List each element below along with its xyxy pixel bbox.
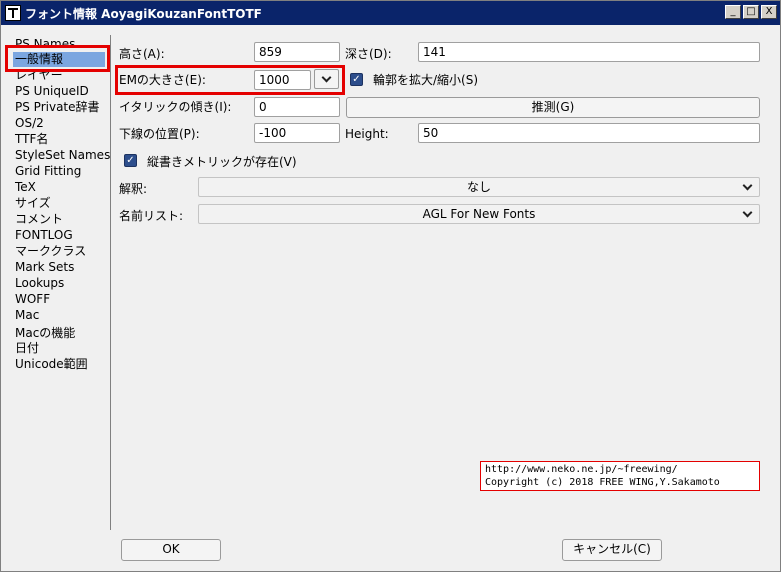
sidebar-item-grid-fitting[interactable]: Grid Fitting: [15, 164, 81, 179]
copyright-url: http://www.neko.ne.jp/~freewing/: [485, 464, 678, 475]
guess-button[interactable]: 推測(G): [346, 97, 760, 118]
em-size-label: EMの大きさ(E):: [119, 73, 206, 87]
sidebar-item-comment[interactable]: コメント: [15, 212, 63, 227]
sidebar-item-size[interactable]: サイズ: [15, 196, 51, 211]
scale-outlines-label: 輪郭を拡大/縮小(S): [373, 73, 479, 87]
name-list-label: 名前リスト:: [119, 209, 184, 223]
minimize-button[interactable]: _: [725, 5, 741, 19]
sidebar-item-mac-features[interactable]: Macの機能: [15, 326, 75, 341]
em-size-dropdown-button[interactable]: [314, 69, 339, 89]
sidebar-item-ps-names[interactable]: PS Names: [15, 37, 75, 52]
underline-height-label: Height:: [345, 127, 389, 141]
copyright-box: http://www.neko.ne.jp/~freewing/ Copyrig…: [480, 461, 760, 491]
sidebar-item-ps-uniqueid[interactable]: PS UniqueID: [15, 84, 89, 99]
sidebar-item-os2[interactable]: OS/2: [15, 116, 44, 131]
sidebar-item-unicode-ranges[interactable]: Unicode範囲: [15, 357, 88, 372]
cancel-button[interactable]: キャンセル(C): [562, 539, 662, 561]
vertical-metrics-checkbox[interactable]: ✓: [124, 154, 137, 167]
underline-position-input[interactable]: -100: [254, 123, 340, 143]
window-title: フォント情報 AoyagiKouzanFontTOTF: [25, 6, 262, 21]
sidebar-item-tex[interactable]: TeX: [15, 180, 36, 195]
copyright-text: Copyright (c) 2018 FREE WING,Y.Sakamoto: [485, 477, 720, 488]
em-size-input[interactable]: 1000: [254, 70, 311, 90]
sidebar-item-ps-private[interactable]: PS Private辞書: [15, 100, 100, 115]
app-icon: [5, 5, 21, 21]
window-controls: _ □ X: [725, 5, 777, 19]
sidebar-item-mark-classes[interactable]: マーククラス: [15, 244, 86, 259]
chevron-down-icon: [742, 207, 753, 218]
ascent-label: 高さ(A):: [119, 47, 165, 61]
close-button[interactable]: X: [761, 5, 777, 19]
ok-button[interactable]: OK: [121, 539, 221, 561]
sidebar-item-styleset-names[interactable]: StyleSet Names: [15, 148, 110, 163]
sidebar-item-fontlog[interactable]: FONTLOG: [15, 228, 73, 243]
sidebar-item-layers[interactable]: レイヤー: [15, 68, 63, 83]
sidebar-item-mac[interactable]: Mac: [15, 308, 39, 323]
interpretation-select[interactable]: なし: [198, 177, 760, 197]
chevron-down-icon: [321, 72, 332, 83]
sidebar-item-general[interactable]: 一般情報: [13, 52, 105, 67]
italic-angle-label: イタリックの傾き(I):: [119, 100, 232, 114]
chevron-down-icon: [742, 180, 753, 191]
sidebar-divider: [110, 35, 111, 530]
name-list-select[interactable]: AGL For New Fonts: [198, 204, 760, 224]
scale-outlines-checkbox[interactable]: ✓: [350, 73, 363, 86]
font-info-dialog: フォント情報 AoyagiKouzanFontTOTF _ □ X PS Nam…: [0, 0, 781, 572]
name-list-value: AGL For New Fonts: [422, 207, 536, 221]
descent-label: 深さ(D):: [345, 47, 392, 61]
underline-position-label: 下線の位置(P):: [119, 127, 200, 141]
maximize-button[interactable]: □: [743, 5, 759, 19]
descent-input[interactable]: 141: [418, 42, 760, 62]
category-list: PS Names 一般情報 レイヤー PS UniqueID PS Privat…: [1, 25, 110, 531]
sidebar-item-lookups[interactable]: Lookups: [15, 276, 64, 291]
sidebar-item-ttf-names[interactable]: TTF名: [15, 132, 48, 147]
sidebar-item-woff[interactable]: WOFF: [15, 292, 50, 307]
interpretation-label: 解釈:: [119, 182, 148, 196]
underline-height-input[interactable]: 50: [418, 123, 760, 143]
vertical-metrics-label: 縦書きメトリックが存在(V): [147, 155, 297, 169]
title-bar[interactable]: フォント情報 AoyagiKouzanFontTOTF _ □ X: [1, 1, 780, 25]
ascent-input[interactable]: 859: [254, 42, 340, 62]
sidebar-item-dates[interactable]: 日付: [15, 341, 39, 356]
interpretation-value: なし: [466, 180, 491, 194]
sidebar-item-mark-sets[interactable]: Mark Sets: [15, 260, 74, 275]
italic-angle-input[interactable]: 0: [254, 97, 340, 117]
